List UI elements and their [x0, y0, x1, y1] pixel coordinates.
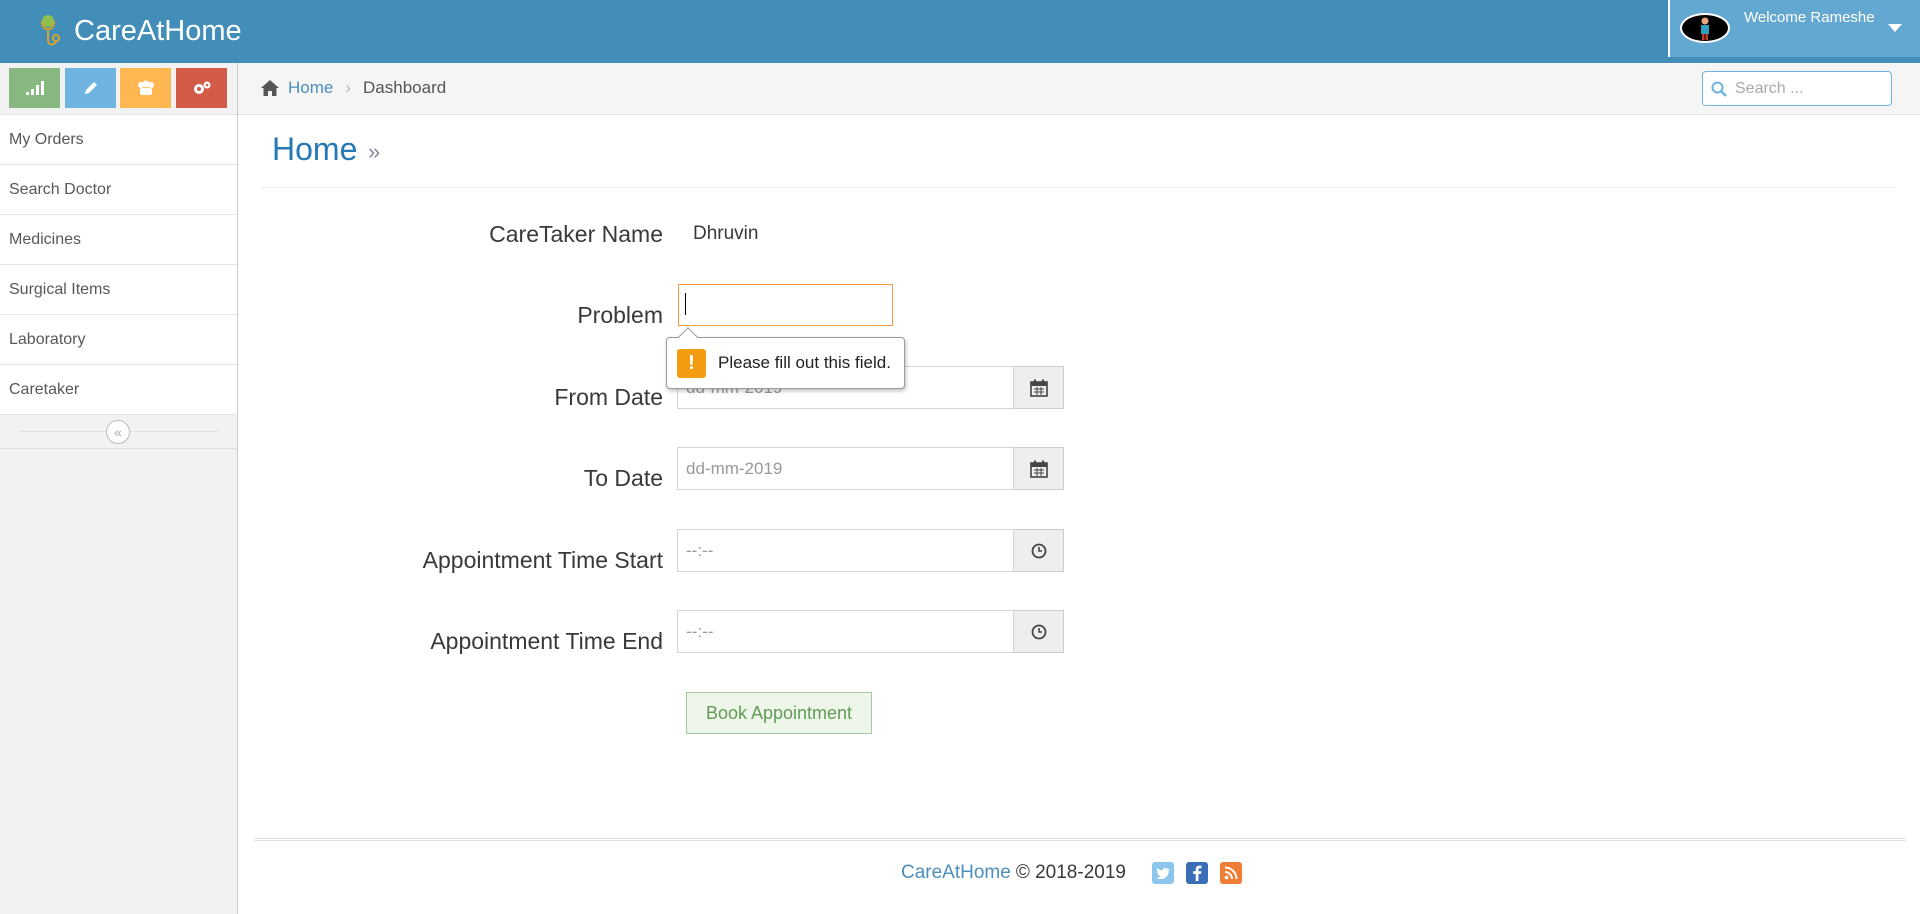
to-date-calendar-button[interactable] — [1014, 447, 1064, 490]
calendar-icon — [1029, 460, 1048, 478]
user-menu-toggle[interactable]: Welcome Rameshe — [1668, 0, 1920, 57]
footer-content: CareAtHome © 2018-2019 — [901, 862, 1242, 884]
footer-copyright: © 2018-2019 — [1015, 862, 1126, 883]
validation-tooltip: ! Please fill out this field. — [666, 327, 905, 389]
to-date-input[interactable] — [677, 447, 1014, 490]
pencil-icon — [84, 82, 97, 94]
time-start-group — [677, 529, 1064, 572]
sidebar-item-my-orders[interactable]: My Orders — [0, 115, 237, 165]
time-end-input[interactable] — [677, 610, 1014, 653]
welcome-text: Welcome Rameshe — [1744, 9, 1875, 26]
caret-down-icon[interactable] — [1888, 24, 1902, 32]
to-date-label: To Date — [583, 465, 663, 491]
page-title: Home — [272, 131, 358, 167]
validation-message: Please fill out this field. — [718, 353, 891, 372]
warning-icon: ! — [677, 348, 706, 378]
to-date-group — [677, 447, 1064, 490]
clock-icon — [1031, 624, 1046, 639]
book-appointment-button[interactable]: Book Appointment — [686, 692, 872, 734]
signal-shortcut-button[interactable] — [9, 68, 60, 108]
rss-icon[interactable] — [1219, 862, 1242, 884]
top-navbar: CareAtHome Welcome Rameshe — [0, 0, 1920, 63]
home-icon — [261, 80, 279, 96]
sidebar-item-caretaker[interactable]: Caretaker — [0, 365, 237, 415]
sidebar-item-search-doctor[interactable]: Search Doctor — [0, 165, 237, 215]
sidebar-item-medicines[interactable]: Medicines — [0, 215, 237, 265]
search-input[interactable] — [1733, 78, 1883, 99]
double-angle-left-icon[interactable]: « — [106, 420, 130, 444]
facebook-icon[interactable] — [1185, 862, 1208, 884]
social-links — [1151, 862, 1242, 884]
caretaker-name-value: Dhruvin — [693, 223, 759, 244]
calendar-icon — [1029, 379, 1048, 397]
pencil-shortcut-button[interactable] — [65, 68, 116, 108]
time-end-group — [677, 610, 1064, 653]
twitter-icon[interactable] — [1151, 862, 1174, 884]
time-end-clock-button[interactable] — [1014, 610, 1064, 653]
breadcrumb-home-link[interactable]: Home — [288, 78, 333, 98]
sidebar-item-surgical-items[interactable]: Surgical Items — [0, 265, 237, 315]
signal-icon — [25, 81, 44, 95]
page-header: Home » — [262, 115, 1896, 188]
footer-divider — [254, 838, 1906, 841]
users-icon — [137, 80, 154, 95]
sidebar-shortcuts — [0, 63, 237, 114]
user-figure-icon — [1701, 17, 1709, 40]
breadcrumbs-bar: Home › Dashboard — [238, 63, 1920, 115]
nav-search — [1702, 71, 1892, 106]
caretaker-name-label: CareTaker Name — [489, 221, 663, 247]
from-date-calendar-button[interactable] — [1014, 366, 1064, 409]
search-icon — [1711, 81, 1727, 97]
stethoscope-icon — [41, 15, 60, 46]
problem-label: Problem — [577, 302, 663, 328]
page-title-suffix: » — [368, 139, 381, 164]
brand-logo[interactable]: CareAtHome — [34, 12, 242, 50]
sidebar-collapse-bar: « — [0, 415, 237, 449]
cogs-icon — [193, 81, 210, 94]
time-start-clock-button[interactable] — [1014, 529, 1064, 572]
sidebar: My Orders Search Doctor Medicines Surgic… — [0, 63, 238, 914]
avatar — [1680, 13, 1730, 43]
users-shortcut-button[interactable] — [120, 68, 171, 108]
appointment-time-start-label: Appointment Time Start — [422, 547, 663, 573]
sidebar-item-laboratory[interactable]: Laboratory — [0, 315, 237, 365]
breadcrumb-separator: › — [345, 78, 352, 97]
time-start-input[interactable] — [677, 529, 1014, 572]
brand-name: CareAtHome — [74, 14, 242, 47]
sidebar-nav: My Orders Search Doctor Medicines Surgic… — [0, 114, 237, 415]
footer-brand: CareAtHome — [901, 862, 1011, 883]
breadcrumb-current: Dashboard — [363, 78, 447, 97]
appointment-time-end-label: Appointment Time End — [430, 628, 663, 654]
from-date-label: From Date — [554, 384, 663, 410]
cogs-shortcut-button[interactable] — [176, 68, 227, 108]
tooltip-arrow — [678, 327, 698, 347]
text-cursor — [685, 293, 686, 315]
clock-icon — [1031, 543, 1046, 558]
problem-input[interactable] — [678, 284, 893, 326]
breadcrumb: Home › Dashboard — [260, 78, 446, 98]
